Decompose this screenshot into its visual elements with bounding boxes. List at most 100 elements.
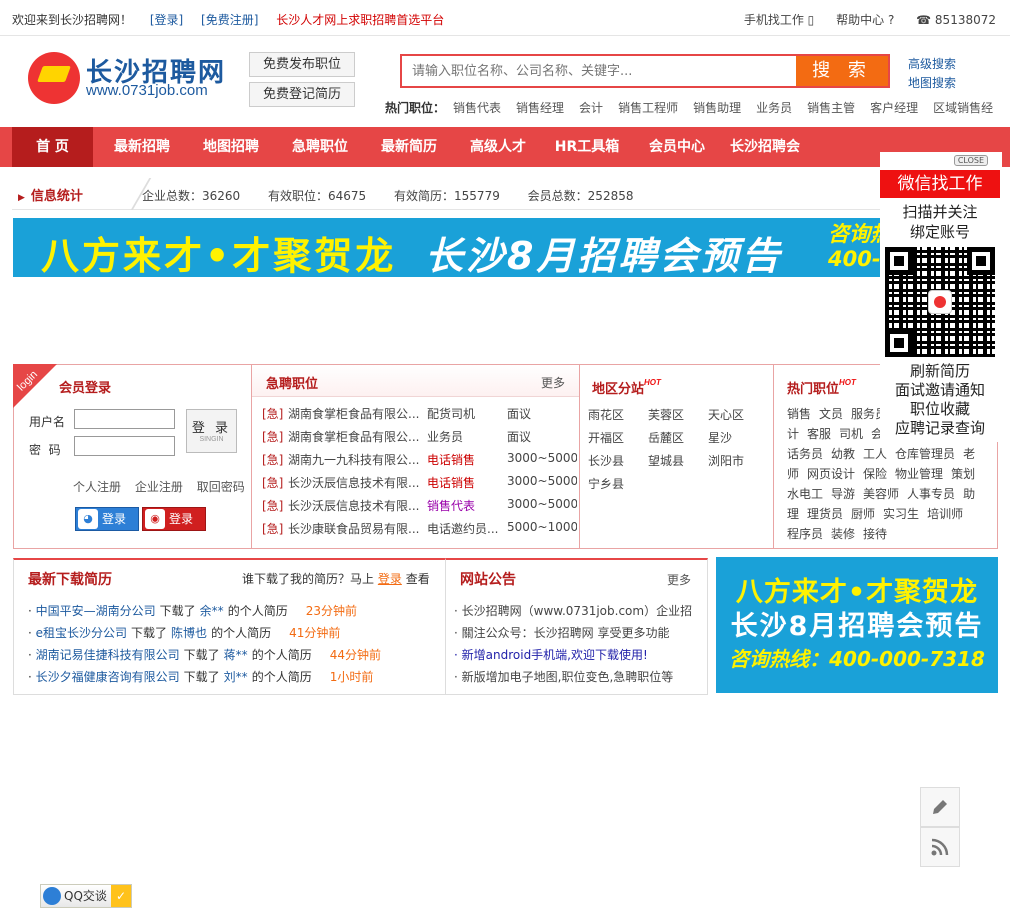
hot-position-link[interactable]: 导游: [831, 487, 855, 501]
urgent-position-link[interactable]: 电话销售: [427, 474, 505, 491]
login-link[interactable]: [登录]: [150, 13, 183, 27]
publish-job-button[interactable]: 免费发布职位: [249, 52, 355, 77]
job-fair-banner[interactable]: 八方来才•才聚贺龙 长沙8月招聘会预告 咨询热 400-0: [13, 218, 893, 277]
urgent-company-link[interactable]: 湖南食掌柜食品有限公...: [288, 405, 422, 422]
area-city-link[interactable]: 天心区: [708, 406, 744, 423]
urgent-position-link[interactable]: 销售代表: [427, 497, 505, 514]
urgent-job-row[interactable]: [急] 长沙康联食品贸易有限... 电话邀约员...5000~10000: [262, 520, 577, 540]
mobile-job-link[interactable]: 手机找工作 ▯: [744, 13, 814, 27]
hot-keyword[interactable]: 销售助理: [693, 101, 741, 115]
area-city-link[interactable]: 长沙县: [588, 452, 624, 469]
hot-position-link[interactable]: 策划: [951, 467, 975, 481]
hot-position-link[interactable]: 水电工: [787, 487, 823, 501]
urgent-jobs-more-link[interactable]: 更多: [541, 374, 565, 391]
resume-name-link[interactable]: 陈博也: [171, 626, 207, 640]
close-button[interactable]: CLOSE: [953, 155, 988, 166]
urgent-company-link[interactable]: 湖南九一九科技有限公...: [288, 451, 422, 468]
urgent-job-row[interactable]: [急] 湖南九一九科技有限公... 电话销售 3000~5000: [262, 451, 577, 471]
hot-keyword[interactable]: 业务员: [756, 101, 792, 115]
help-center-link[interactable]: 帮助中心 ?: [836, 13, 894, 27]
nav-latest-resumes[interactable]: 最新简历: [369, 127, 449, 167]
resume-company-link[interactable]: 湖南记易佳捷科技有限公司: [36, 648, 180, 662]
register-resume-button[interactable]: 免费登记简历: [249, 82, 355, 107]
hot-keyword[interactable]: 销售工程师: [618, 101, 678, 115]
search-input[interactable]: [402, 56, 798, 86]
resume-name-link[interactable]: 余**: [200, 604, 224, 618]
nav-member-center[interactable]: 会员中心: [637, 127, 717, 167]
hot-position-link[interactable]: 计: [787, 427, 799, 441]
hot-position-link[interactable]: 厨师: [851, 507, 875, 521]
area-city-link[interactable]: 星沙: [708, 429, 732, 446]
qq-chat-button[interactable]: QQ交谈 ✓: [40, 884, 132, 908]
notice-item[interactable]: · 關注公众号：长沙招聘网 享受更多功能: [454, 624, 704, 641]
hot-position-link[interactable]: 师: [787, 467, 799, 481]
resume-company-link[interactable]: 中国平安—湖南分公司: [36, 604, 156, 618]
hot-position-link[interactable]: 销售: [787, 407, 811, 421]
urgent-company-link[interactable]: 长沙康联食品贸易有限...: [288, 520, 422, 537]
resume-company-link[interactable]: 长沙夕福健康咨询有限公司: [36, 670, 180, 684]
hot-position-link[interactable]: 物业管理: [895, 467, 943, 481]
urgent-job-row[interactable]: [急] 湖南食掌柜食品有限公... 业务员 面议: [262, 428, 577, 448]
site-notice-more-link[interactable]: 更多: [667, 571, 691, 588]
qq-login-button[interactable]: ◕ 登录: [75, 507, 139, 531]
area-city-link[interactable]: 雨花区: [588, 406, 624, 423]
hot-position-link[interactable]: 仓库管理员: [895, 447, 955, 461]
register-link[interactable]: [免费注册]: [201, 13, 258, 27]
hot-position-link[interactable]: 老: [963, 447, 975, 461]
password-input[interactable]: [74, 436, 175, 456]
hot-position-link[interactable]: 理货员: [807, 507, 843, 521]
hot-position-link[interactable]: 幼教: [831, 447, 855, 461]
login-button[interactable]: 登 录 SINGIN: [186, 409, 237, 453]
hot-position-link[interactable]: 客服: [807, 427, 831, 441]
hot-position-link[interactable]: 实习生: [883, 507, 919, 521]
hot-keyword[interactable]: 销售主管: [807, 101, 855, 115]
urgent-company-link[interactable]: 湖南食掌柜食品有限公...: [288, 428, 422, 445]
hot-keyword[interactable]: 销售代表: [453, 101, 501, 115]
hot-keyword[interactable]: 客户经理: [870, 101, 918, 115]
nav-job-fair[interactable]: 长沙招聘会: [724, 127, 806, 167]
nav-latest-jobs[interactable]: 最新招聘: [102, 127, 182, 167]
hot-position-link[interactable]: 接待: [863, 527, 887, 541]
hot-position-link[interactable]: 装修: [831, 527, 855, 541]
urgent-position-link[interactable]: 电话邀约员...: [427, 520, 505, 537]
nav-hr-tools[interactable]: HR工具箱: [546, 127, 628, 167]
hot-position-link[interactable]: 培训师: [927, 507, 963, 521]
urgent-position-link[interactable]: 业务员: [427, 428, 505, 445]
area-city-link[interactable]: 开福区: [588, 429, 624, 446]
site-logo[interactable]: 长沙招聘网 www.0731job.com: [28, 50, 238, 106]
nav-urgent-jobs[interactable]: 急聘职位: [280, 127, 360, 167]
notice-item[interactable]: · 新增android手机端,欢迎下载使用!: [454, 646, 704, 663]
area-city-link[interactable]: 芙蓉区: [648, 406, 684, 423]
urgent-job-row[interactable]: [急] 湖南食掌柜食品有限公... 配货司机 面议: [262, 405, 577, 425]
company-register-link[interactable]: 企业注册: [135, 480, 183, 494]
area-city-link[interactable]: 浏阳市: [708, 452, 744, 469]
urgent-company-link[interactable]: 长沙沃辰信息技术有限...: [288, 474, 422, 491]
area-city-link[interactable]: 岳麓区: [648, 429, 684, 446]
hot-position-link[interactable]: 美容师: [863, 487, 899, 501]
nav-map-jobs[interactable]: 地图招聘: [191, 127, 271, 167]
notice-item[interactable]: · 新版增加电子地图,职位变色,急聘职位等: [454, 668, 704, 685]
nav-senior-talent[interactable]: 高级人才: [458, 127, 538, 167]
rss-button[interactable]: [920, 827, 960, 867]
hot-keyword[interactable]: 区域销售经: [933, 101, 993, 115]
urgent-company-link[interactable]: 长沙沃辰信息技术有限...: [288, 497, 422, 514]
username-input[interactable]: [74, 409, 175, 429]
question-login-link[interactable]: 登录: [378, 572, 402, 586]
job-fair-side-banner[interactable]: 八方来才•才聚贺龙 长沙8月招聘会预告 咨询热线：400-000-7318: [716, 557, 998, 693]
map-search-link[interactable]: 地图搜索: [908, 74, 956, 93]
hot-position-link[interactable]: 文员: [819, 407, 843, 421]
notice-item[interactable]: · 长沙招聘网（www.0731job.com）企业招: [454, 602, 704, 619]
search-button[interactable]: 搜 索: [796, 56, 888, 86]
resume-name-link[interactable]: 刘**: [224, 670, 248, 684]
urgent-job-row[interactable]: [急] 长沙沃辰信息技术有限... 销售代表 3000~5000: [262, 497, 577, 517]
hot-position-link[interactable]: 人事专员: [907, 487, 955, 501]
hot-position-link[interactable]: 工人: [863, 447, 887, 461]
resume-company-link[interactable]: e租宝长沙分公司: [36, 626, 127, 640]
hot-position-link[interactable]: 程序员: [787, 527, 823, 541]
urgent-position-link[interactable]: 配货司机: [427, 405, 505, 422]
hot-keyword[interactable]: 会计: [579, 101, 603, 115]
area-city-link[interactable]: 望城县: [648, 452, 684, 469]
personal-register-link[interactable]: 个人注册: [73, 480, 121, 494]
urgent-position-link[interactable]: 电话销售: [427, 451, 505, 468]
advanced-search-link[interactable]: 高级搜索: [908, 55, 956, 74]
